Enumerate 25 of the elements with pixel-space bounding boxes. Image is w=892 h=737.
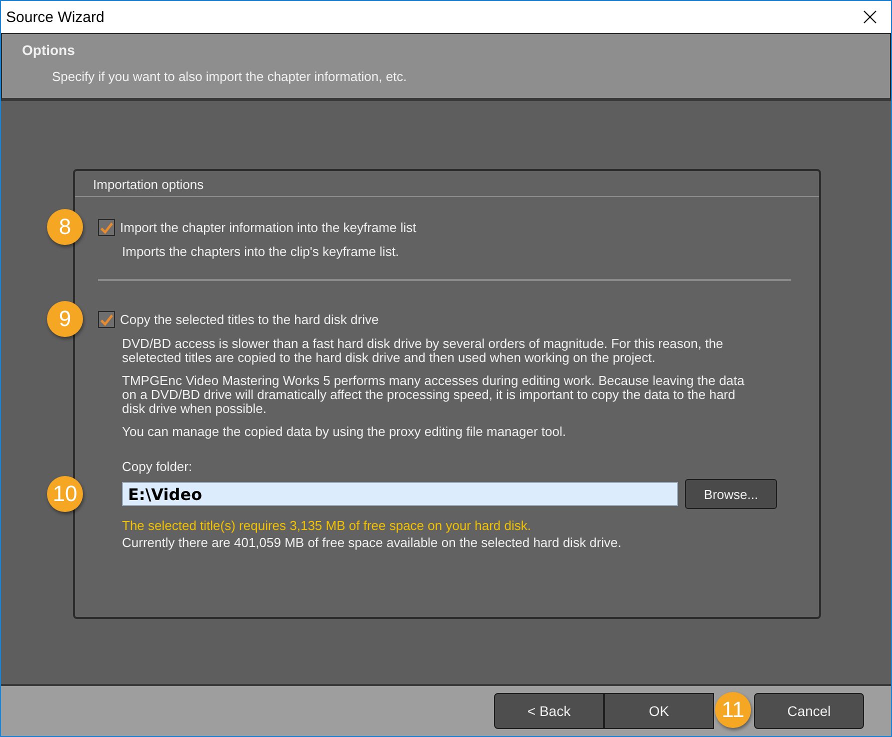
page-title: Options — [22, 42, 76, 58]
page-description: Specify if you want to also import the chapter information, etc. — [51, 69, 408, 84]
close-icon[interactable] — [863, 10, 877, 24]
group-title: Importation options — [93, 177, 204, 192]
checkbox[interactable] — [98, 311, 115, 328]
checkbox[interactable] — [98, 219, 115, 236]
space-note: The selected title(s) requires 3,135 MB of free space on your hard disk. — [122, 518, 532, 533]
window-title: Source Wizard — [6, 8, 104, 26]
folder-input-field[interactable]: E:\Video — [122, 482, 678, 506]
cancel-button[interactable]: Cancel — [754, 693, 864, 729]
step-badge: 10 — [47, 476, 83, 512]
description-text: TMPGEnc Video Mastering Works 5 performs many accesses during editing work. Because leaving the data on a DVD/BD drive will dramatically affect the processing speed, it is important to copy the data to the hard disk drive when possible. — [122, 374, 746, 416]
description-text: Imports the chapters into the clip's keyframe list. — [122, 245, 400, 259]
step-badge: 9 — [47, 301, 83, 337]
nav-button[interactable]: < Back — [494, 693, 604, 729]
step-badge: 8 — [47, 209, 83, 245]
description-text: DVD/BD access is slower than a fast hard disk drive by several orders of magnitude. For this reason, the seletected titles are copied to the hard disk drive and then used when working on the project. — [122, 337, 724, 365]
checkbox-label[interactable]: Import the chapter information into the keyframe list — [120, 220, 416, 235]
field-label: Copy folder: — [122, 459, 194, 474]
space-note: Currently there are 401,059 MB of free space available on the selected hard disk drive. — [122, 535, 622, 550]
checkbox-label[interactable]: Copy the selected titles to the hard disk drive — [120, 312, 379, 327]
nav-button[interactable]: OK — [604, 693, 714, 729]
step-badge: 11 — [715, 692, 751, 728]
browse-button[interactable]: Browse... — [685, 479, 777, 509]
description-text: You can manage the copied data by using the proxy editing file manager tool. — [122, 425, 567, 439]
